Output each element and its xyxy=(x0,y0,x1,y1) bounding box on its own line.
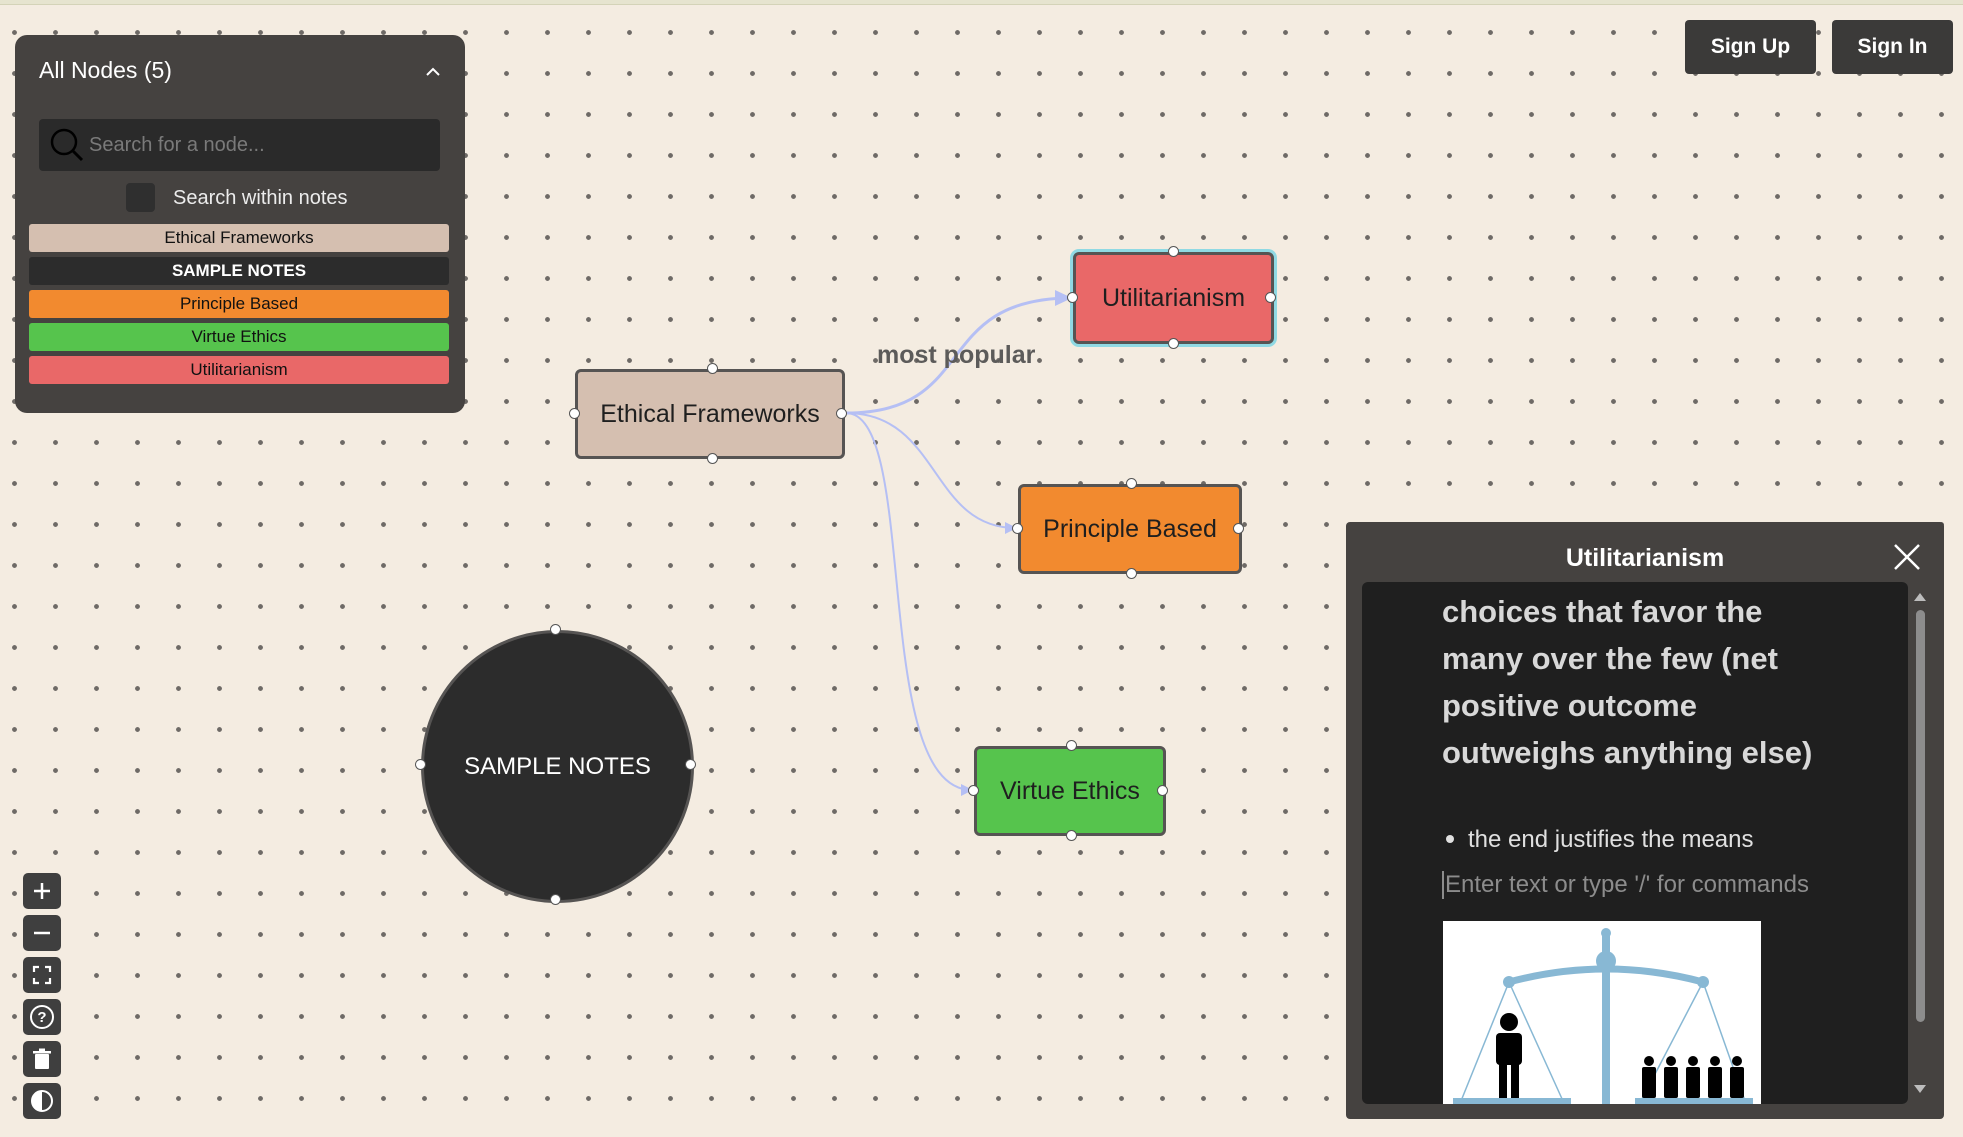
scroll-down-icon[interactable] xyxy=(1912,1082,1928,1096)
help-button[interactable]: ? xyxy=(23,999,61,1035)
connection-handle[interactable] xyxy=(415,759,426,770)
notes-bullet-item: the end justifies the means xyxy=(1442,826,1754,854)
theme-toggle-icon xyxy=(31,1090,53,1112)
connection-handle[interactable] xyxy=(707,453,718,464)
connection-handle[interactable] xyxy=(550,894,561,905)
scrollbar-thumb[interactable] xyxy=(1916,610,1925,1022)
help-icon: ? xyxy=(30,1005,54,1029)
connection-handle[interactable] xyxy=(707,363,718,374)
connection-handle[interactable] xyxy=(1012,523,1023,534)
editor-scrollbar[interactable] xyxy=(1912,588,1928,1098)
delete-button[interactable] xyxy=(23,1041,61,1077)
node-label: SAMPLE NOTES xyxy=(464,752,651,780)
connection-handle[interactable] xyxy=(550,624,561,635)
node-utilitarianism[interactable]: Utilitarianism xyxy=(1067,246,1276,349)
connection-handle[interactable] xyxy=(1066,830,1077,841)
detail-title: Utilitarianism xyxy=(1565,544,1725,572)
balance-scale-image xyxy=(1443,921,1761,1104)
zoom-out-button[interactable] xyxy=(23,915,61,951)
zoom-in-button[interactable] xyxy=(23,873,61,909)
scroll-up-icon[interactable] xyxy=(1912,590,1928,604)
connection-handle[interactable] xyxy=(1126,568,1137,579)
node-detail-panel: Utilitarianism choices that favor the ma… xyxy=(1346,522,1944,1119)
node-ethical-frameworks[interactable]: Ethical Frameworks xyxy=(569,363,847,464)
zoom-in-icon xyxy=(34,883,50,899)
connection-handle[interactable] xyxy=(1067,292,1078,303)
connection-handle[interactable] xyxy=(968,785,979,796)
connection-handle[interactable] xyxy=(1233,523,1244,534)
connection-handle[interactable] xyxy=(1157,785,1168,796)
connection-handle[interactable] xyxy=(1168,246,1179,257)
node-principle-based[interactable]: Principle Based xyxy=(1012,478,1244,579)
connection-handle[interactable] xyxy=(836,408,847,419)
svg-text:?: ? xyxy=(37,1009,46,1026)
node-sample-notes[interactable]: SAMPLE NOTES xyxy=(415,624,696,905)
node-label: Ethical Frameworks xyxy=(600,399,820,428)
close-icon[interactable] xyxy=(1892,542,1922,572)
connection-handle[interactable] xyxy=(1168,338,1179,349)
trash-icon xyxy=(33,1048,51,1069)
edge-ethical-to-virtue[interactable] xyxy=(845,412,973,791)
fit-view-button[interactable] xyxy=(23,957,61,993)
edge-ethical-to-principle[interactable] xyxy=(845,412,1017,529)
zoom-out-icon xyxy=(34,931,50,935)
fit-view-icon xyxy=(32,965,52,985)
node-label: Utilitarianism xyxy=(1101,283,1246,312)
notes-editor[interactable]: choices that favor the many over the few… xyxy=(1362,582,1908,1104)
connection-handle[interactable] xyxy=(1066,740,1077,751)
node-virtue-ethics[interactable]: Virtue Ethics xyxy=(968,740,1168,841)
connection-handle[interactable] xyxy=(685,759,696,770)
node-label: Virtue Ethics xyxy=(1000,776,1140,805)
connection-handle[interactable] xyxy=(1265,292,1276,303)
node-label: Principle Based xyxy=(1043,514,1217,543)
connection-handle[interactable] xyxy=(1126,478,1137,489)
editor-placeholder[interactable]: Enter text or type '/' for commands xyxy=(1442,871,1809,899)
bullet-text: the end justifies the means xyxy=(1468,826,1754,853)
theme-toggle-button[interactable] xyxy=(23,1083,61,1119)
connection-handle[interactable] xyxy=(569,408,580,419)
notes-paragraph: choices that favor the many over the few… xyxy=(1442,594,1813,770)
edge-label[interactable]: most popular xyxy=(877,341,1035,370)
bullet-dot xyxy=(1446,834,1454,843)
